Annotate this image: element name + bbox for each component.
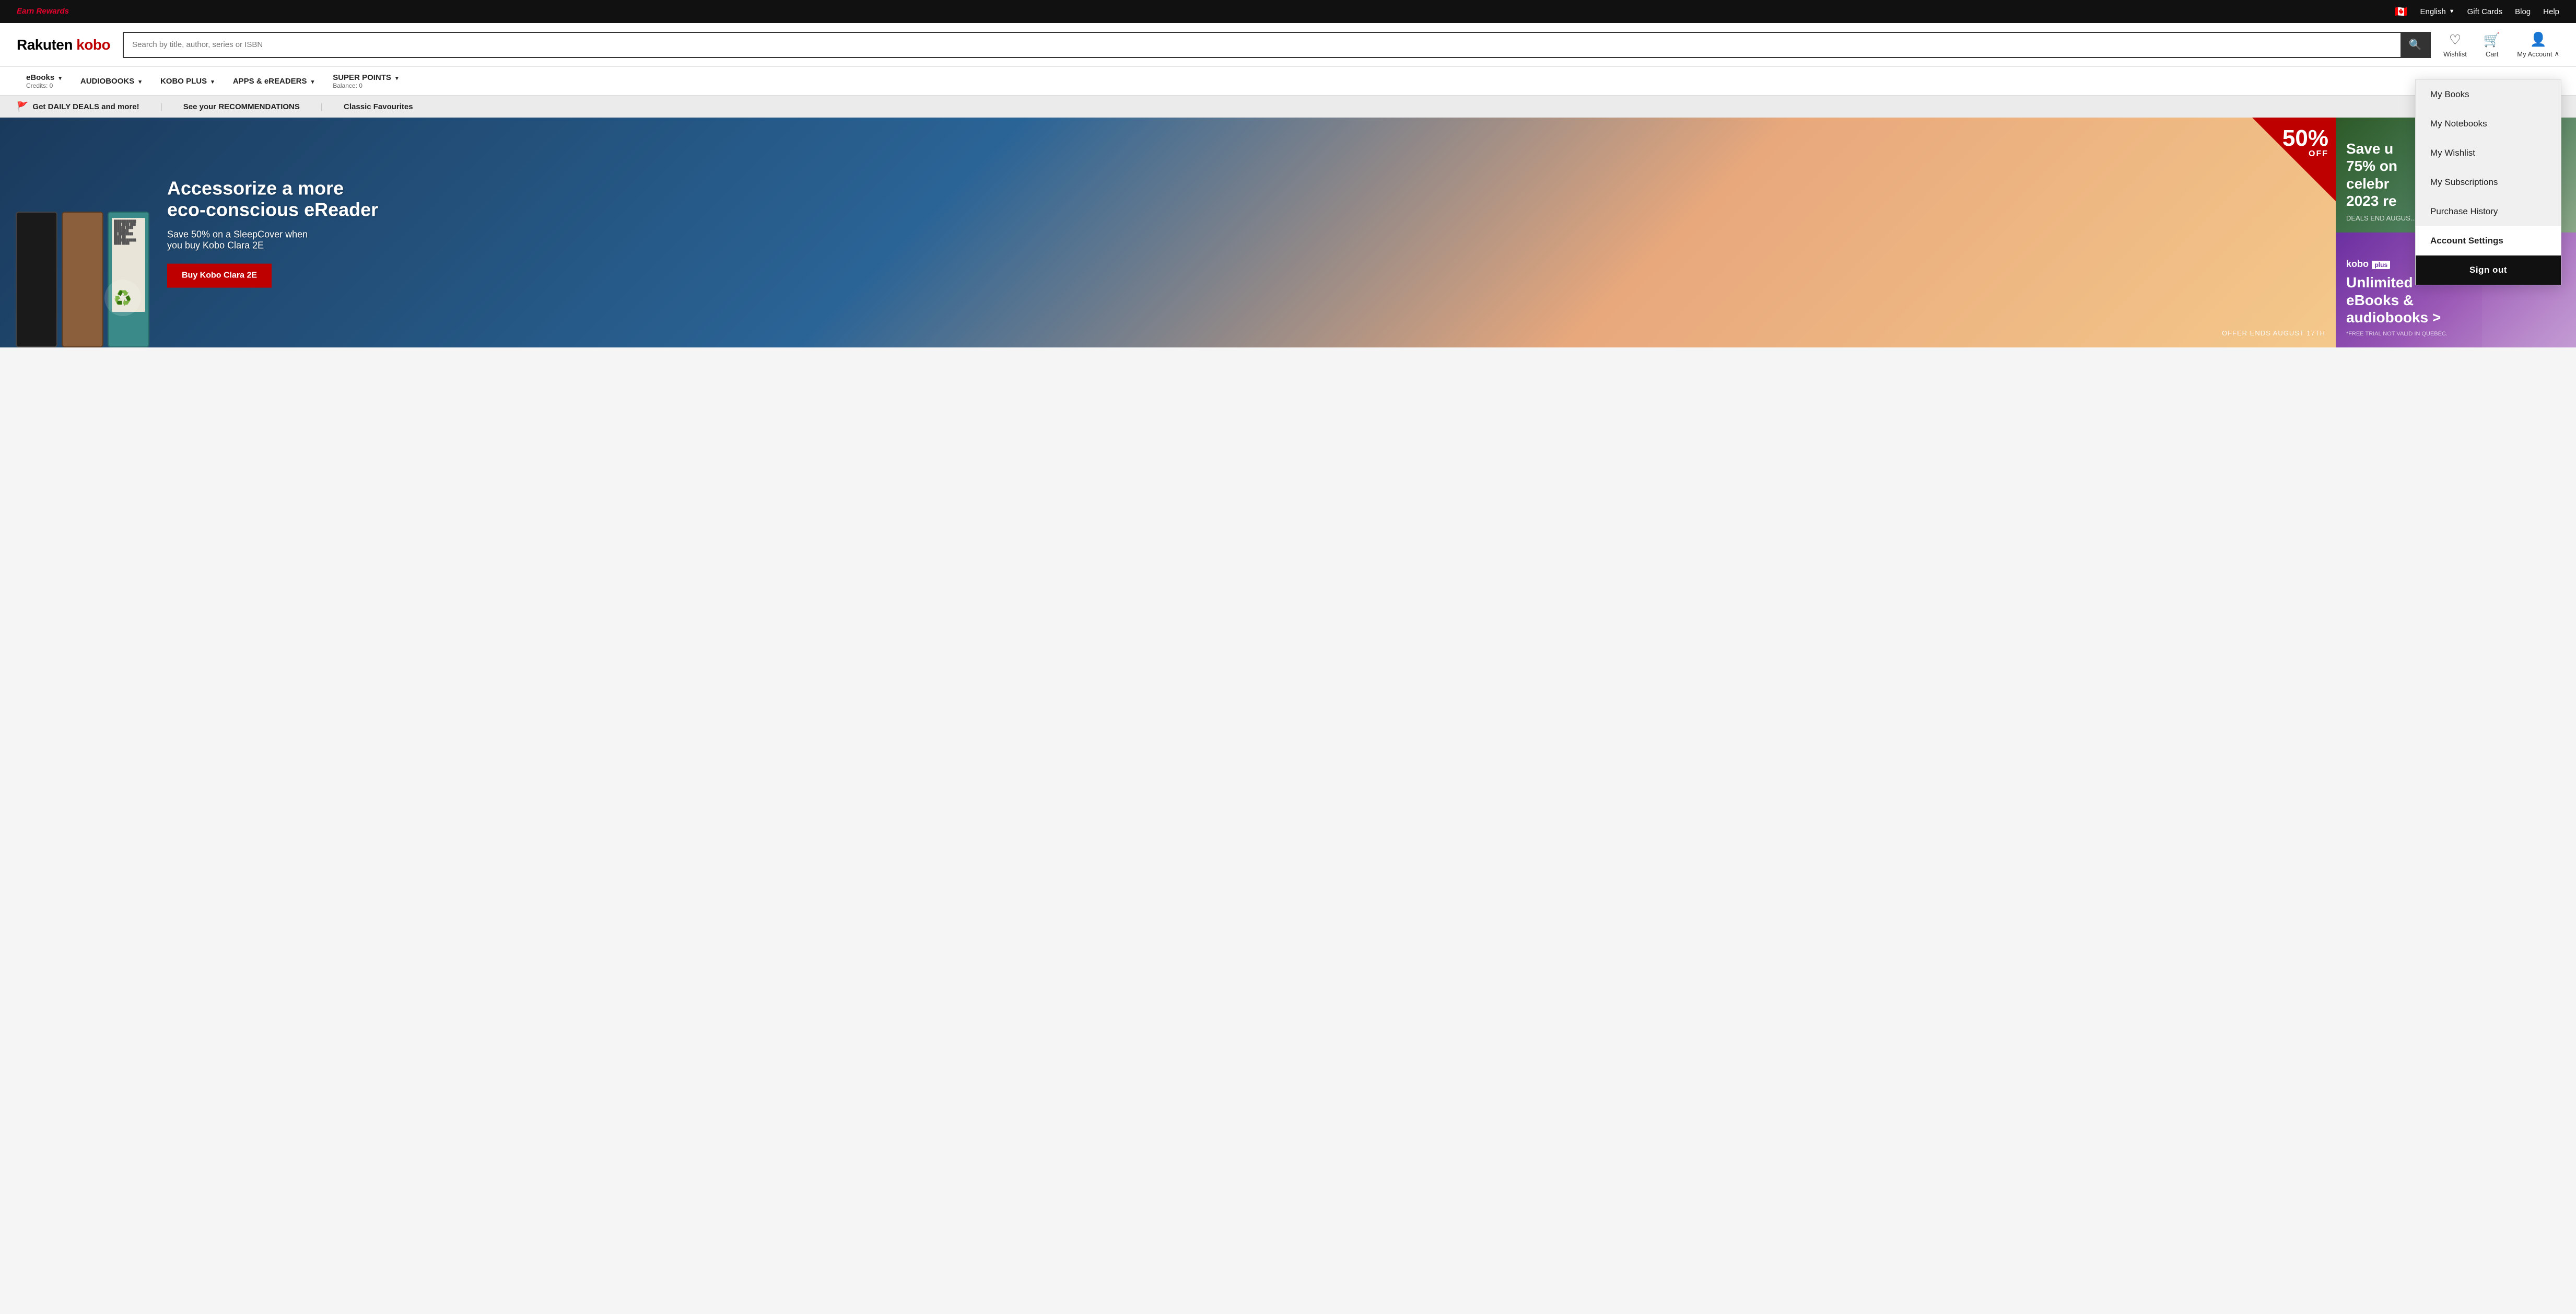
nav-kobo-plus[interactable]: KOBO PLUS ▾ bbox=[151, 67, 224, 95]
header-actions: ♡ Wishlist 🛒 Cart 👤 My Account ∧ bbox=[2443, 31, 2559, 58]
logo-rakuten: Rakuten bbox=[17, 37, 76, 53]
dropdown-sign-out[interactable]: Sign out bbox=[2416, 255, 2561, 285]
dropdown-account-settings[interactable]: Account Settings bbox=[2416, 226, 2561, 255]
wishlist-button[interactable]: ♡ Wishlist bbox=[2443, 32, 2467, 58]
kobo-logo-text: kobo bbox=[2346, 259, 2369, 269]
hero-cta-button[interactable]: Buy Kobo Clara 2E bbox=[167, 263, 272, 287]
top-bar-right: 🇨🇦 English ▼ Gift Cards Blog Help bbox=[2395, 5, 2559, 18]
cart-icon: 🛒 bbox=[2484, 32, 2500, 48]
dropdown-my-wishlist[interactable]: My Wishlist bbox=[2416, 138, 2561, 168]
dropdown-purchase-history[interactable]: Purchase History bbox=[2416, 197, 2561, 226]
dropdown-my-subscriptions[interactable]: My Subscriptions bbox=[2416, 168, 2561, 197]
search-bar: 🔍 bbox=[123, 32, 2431, 58]
device-brown bbox=[62, 212, 103, 347]
top-bar-left: Earn Rewards bbox=[17, 7, 69, 16]
promo-divider-1: | bbox=[160, 102, 162, 112]
nav-ebooks-label: eBooks ▾ bbox=[26, 73, 62, 82]
chevron-up-icon: ∧ bbox=[2554, 50, 2559, 58]
nav-ebooks-credits: Credits: 0 bbox=[26, 82, 62, 89]
promo-classic-favourites-label: Classic Favourites bbox=[344, 102, 413, 111]
promo-classic-favourites[interactable]: Classic Favourites bbox=[344, 102, 413, 111]
dropdown-my-notebooks[interactable]: My Notebooks bbox=[2416, 109, 2561, 138]
promo-bar: 🚩 Get DAILY DEALS and more! | See your R… bbox=[0, 96, 2576, 118]
search-input[interactable] bbox=[124, 33, 2401, 57]
cart-label: Cart bbox=[2486, 50, 2499, 58]
nav-kobo-plus-label: KOBO PLUS ▾ bbox=[160, 77, 214, 86]
hero-section: 50% OFF ████████████████ ████ █████████ … bbox=[0, 118, 2576, 347]
hero-discount-off: OFF bbox=[2282, 150, 2328, 158]
nav-apps-ereaders-label: APPS & eREADERS ▾ bbox=[233, 77, 314, 86]
promo-daily-deals[interactable]: 🚩 Get DAILY DEALS and more! bbox=[17, 101, 139, 112]
promo-divider-2: | bbox=[321, 102, 323, 112]
main-header: Rakuten kobo 🔍 ♡ Wishlist 🛒 Cart 👤 My Ac… bbox=[0, 23, 2576, 67]
language-selector[interactable]: English ▼ bbox=[2420, 7, 2455, 16]
nav-super-points-balance: Balance: 0 bbox=[333, 82, 398, 89]
search-icon: 🔍 bbox=[2409, 38, 2422, 51]
hero-content: Accessorize a moreeco-conscious eReader … bbox=[167, 178, 378, 288]
hero-devices: ████████████████ ████ █████████ ████████… bbox=[16, 212, 149, 347]
device-teal: ████████████████ ████ █████████ ████████… bbox=[108, 212, 149, 347]
promo-daily-deals-label: Get DAILY DEALS and more! bbox=[32, 102, 139, 111]
my-account-button[interactable]: 👤 My Account ∧ bbox=[2517, 31, 2559, 58]
cart-button[interactable]: 🛒 Cart bbox=[2484, 32, 2500, 58]
user-icon: 👤 bbox=[2530, 31, 2546, 48]
rakuten-kobo-logo: Rakuten kobo bbox=[17, 37, 110, 53]
logo-kobo: kobo bbox=[76, 37, 110, 53]
promo-recommendations-label: See your RECOMMENDATIONS bbox=[183, 102, 300, 111]
device-black bbox=[16, 212, 57, 347]
hero-discount-badge: 50% OFF bbox=[2282, 127, 2328, 158]
wishlist-label: Wishlist bbox=[2443, 50, 2467, 58]
hero-discount-percent: 50% bbox=[2282, 127, 2328, 150]
plus-badge: plus bbox=[2372, 261, 2390, 269]
eco-badge: ♻️ bbox=[104, 280, 141, 316]
nav-audiobooks[interactable]: AUDIOBOOKS ▾ bbox=[71, 67, 151, 95]
nav-super-points-label: SUPER POINTS ▾ bbox=[333, 73, 398, 82]
hero-title: Accessorize a moreeco-conscious eReader bbox=[167, 178, 378, 221]
account-dropdown: My Books My Notebooks My Wishlist My Sub… bbox=[2415, 79, 2561, 285]
nav-super-points[interactable]: SUPER POINTS ▾ Balance: 0 bbox=[323, 67, 407, 95]
flag-promo-icon: 🚩 bbox=[17, 101, 28, 112]
gift-cards-link[interactable]: Gift Cards bbox=[2467, 7, 2503, 16]
logo-area[interactable]: Rakuten kobo bbox=[17, 37, 110, 53]
language-label: English bbox=[2420, 7, 2446, 16]
nav-ebooks[interactable]: eBooks ▾ Credits: 0 bbox=[17, 67, 71, 95]
earn-rewards-link[interactable]: Earn Rewards bbox=[17, 7, 69, 16]
hero-main-banner: 50% OFF ████████████████ ████ █████████ … bbox=[0, 118, 2336, 347]
hero-offer-ends: OFFER ENDS AUGUST 17TH bbox=[2222, 329, 2325, 337]
nav-apps-ereaders[interactable]: APPS & eREADERS ▾ bbox=[224, 67, 323, 95]
blog-link[interactable]: Blog bbox=[2515, 7, 2531, 16]
search-button[interactable]: 🔍 bbox=[2401, 33, 2430, 57]
promo-recommendations[interactable]: See your RECOMMENDATIONS bbox=[183, 102, 300, 111]
canada-flag-icon: 🇨🇦 bbox=[2395, 5, 2408, 18]
hero-subtitle: Save 50% on a SleepCover whenyou buy Kob… bbox=[167, 229, 378, 251]
nav-audiobooks-label: AUDIOBOOKS ▾ bbox=[80, 77, 142, 86]
heart-icon: ♡ bbox=[2449, 32, 2461, 48]
nav-bar: eBooks ▾ Credits: 0 AUDIOBOOKS ▾ KOBO PL… bbox=[0, 67, 2576, 96]
top-bar: Earn Rewards 🇨🇦 English ▼ Gift Cards Blo… bbox=[0, 0, 2576, 23]
chevron-down-icon: ▼ bbox=[2449, 8, 2455, 15]
help-link[interactable]: Help bbox=[2543, 7, 2559, 16]
dropdown-my-books[interactable]: My Books bbox=[2416, 80, 2561, 109]
my-account-label: My Account bbox=[2517, 50, 2552, 58]
